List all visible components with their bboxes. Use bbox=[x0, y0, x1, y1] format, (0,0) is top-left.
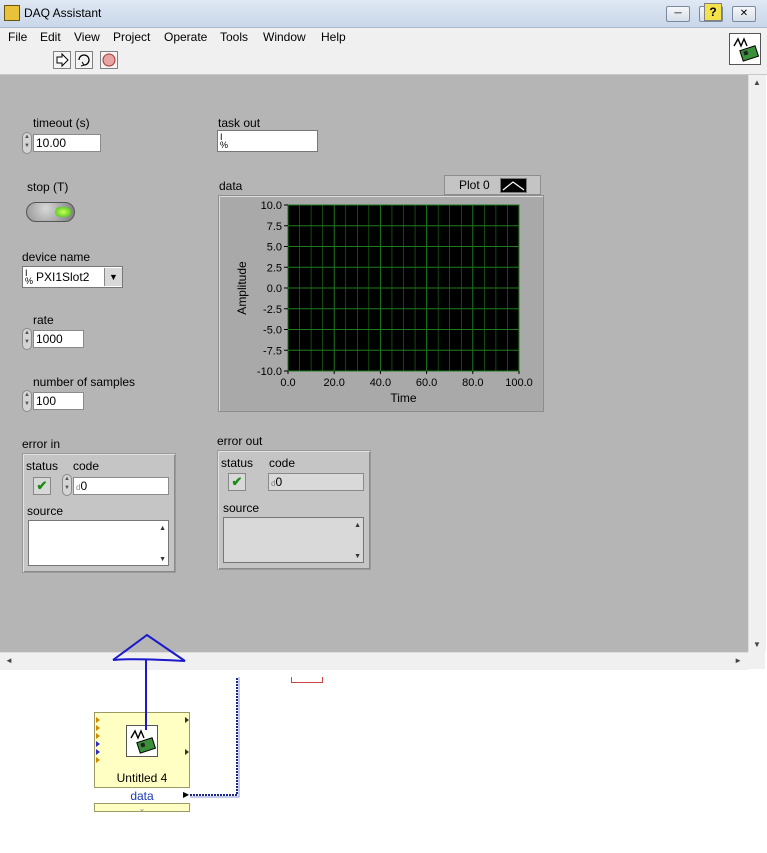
close-button[interactable]: ✕ bbox=[732, 6, 756, 22]
error-out-code-indicator: d0 bbox=[268, 473, 364, 491]
menu-help[interactable]: Help bbox=[321, 30, 346, 44]
menu-file[interactable]: File bbox=[8, 30, 27, 44]
legend-plot-name: Plot 0 bbox=[459, 178, 490, 192]
run-continuously-button[interactable] bbox=[75, 51, 93, 69]
y-tick-label: -7.5 bbox=[263, 345, 282, 357]
samples-label: number of samples bbox=[33, 375, 136, 389]
menu-view[interactable]: View bbox=[74, 30, 100, 44]
abort-button[interactable] bbox=[100, 51, 118, 69]
y-tick-label: -2.5 bbox=[263, 304, 282, 316]
scroll-right-arrow-icon[interactable]: ► bbox=[734, 656, 742, 665]
express-vi-label: Untitled 4 bbox=[116, 771, 168, 785]
menu-window[interactable]: Window bbox=[263, 30, 306, 44]
task-out-label: task out bbox=[218, 116, 261, 130]
menu-bar: File Edit View Project Operate Tools Win… bbox=[0, 28, 767, 48]
error-in-code-input[interactable]: d0 bbox=[73, 477, 169, 495]
data-wire[interactable] bbox=[190, 677, 238, 796]
y-tick-label: 7.5 bbox=[267, 221, 282, 233]
x-axis-label: Time bbox=[390, 391, 417, 405]
x-tick-label: 100.0 bbox=[505, 377, 533, 389]
error-in-code-value: 0 bbox=[80, 479, 88, 493]
run-button[interactable] bbox=[53, 51, 71, 69]
scrollbar-corner bbox=[748, 652, 765, 669]
x-tick-label: 20.0 bbox=[323, 377, 344, 389]
y-tick-label: -5.0 bbox=[263, 325, 282, 337]
x-tick-label: 0.0 bbox=[280, 377, 295, 389]
legend-plot-swatch[interactable] bbox=[500, 178, 527, 193]
timeout-increment[interactable]: ▲ ▼ bbox=[22, 132, 32, 154]
x-tick-label: 60.0 bbox=[416, 377, 437, 389]
error-in-source-label: source bbox=[27, 504, 64, 518]
graph-plot-svg: 10.0 7.5 5.0 2.5 0.0 -2.5 -5.0 -7.5 -10.0 0.0 20.… bbox=[235, 200, 533, 405]
menu-tools[interactable]: Tools bbox=[220, 30, 248, 44]
vertical-scrollbar[interactable]: ▲ ▼ bbox=[748, 75, 766, 652]
x-tick-label: 40.0 bbox=[370, 377, 391, 389]
device-dropdown-arrow-icon[interactable]: ▼ bbox=[104, 268, 122, 286]
io-glyph-icon: I% bbox=[220, 132, 229, 150]
vi-icon bbox=[729, 33, 761, 65]
error-in-status-checkbox[interactable]: ✔ bbox=[33, 477, 51, 495]
stop-led-indicator bbox=[55, 207, 71, 217]
error-out-status-label: status bbox=[221, 456, 254, 470]
menu-project[interactable]: Project bbox=[113, 30, 150, 44]
run-arrow-icon bbox=[56, 52, 69, 68]
menu-edit[interactable]: Edit bbox=[40, 30, 61, 44]
context-help-button[interactable]: ? bbox=[704, 3, 722, 21]
data-output-terminal[interactable]: data bbox=[94, 787, 190, 804]
x-tick-label: 80.0 bbox=[462, 377, 483, 389]
samples-input[interactable]: 100 bbox=[33, 392, 84, 410]
error-in-source-input[interactable]: ▲ ▼ bbox=[28, 520, 169, 566]
error-out-source-label: source bbox=[223, 501, 260, 515]
scroll-up-icon[interactable]: ▲ bbox=[354, 522, 361, 529]
minimize-button[interactable]: ─ bbox=[666, 6, 690, 22]
scroll-down-arrow-icon[interactable]: ▼ bbox=[753, 640, 761, 649]
scroll-left-arrow-icon[interactable]: ◄ bbox=[5, 656, 13, 665]
graph-title: data bbox=[219, 179, 243, 193]
io-glyph-icon: I% bbox=[25, 268, 34, 286]
timeout-input[interactable]: 10.00 bbox=[33, 134, 101, 152]
data-wire-outline bbox=[190, 677, 240, 798]
device-name-value: PXI1Slot2 bbox=[36, 270, 90, 284]
scroll-down-icon[interactable]: ▼ bbox=[354, 553, 361, 560]
rate-input[interactable]: 1000 bbox=[33, 330, 84, 348]
y-tick-label: 10.0 bbox=[261, 200, 282, 212]
y-axis-label: Amplitude bbox=[235, 261, 249, 315]
error-out-code-label: code bbox=[269, 456, 296, 470]
menu-operate[interactable]: Operate bbox=[164, 30, 207, 44]
error-in-code-label: code bbox=[73, 459, 100, 473]
error-out-source-indicator: ▲ ▼ bbox=[223, 517, 364, 563]
timeout-label: timeout (s) bbox=[33, 116, 90, 130]
y-tick-label: 0.0 bbox=[267, 283, 282, 295]
toolbar bbox=[0, 48, 767, 75]
rate-increment[interactable]: ▲ ▼ bbox=[22, 328, 32, 350]
error-out-status-indicator: ✔ bbox=[228, 473, 246, 491]
error-out-code-value: 0 bbox=[275, 475, 283, 489]
daq-assistant-icon bbox=[731, 35, 760, 63]
y-tick-label: 5.0 bbox=[267, 242, 282, 254]
scroll-down-icon[interactable]: ▼ bbox=[159, 556, 166, 563]
window-title: DAQ Assistant bbox=[24, 6, 102, 20]
error-out-label: error out bbox=[217, 434, 263, 448]
error-in-status-label: status bbox=[26, 459, 59, 473]
task-out-indicator: I% bbox=[217, 130, 318, 152]
samples-increment[interactable]: ▲ ▼ bbox=[22, 390, 32, 412]
line-style-icon bbox=[502, 181, 525, 191]
scroll-up-icon[interactable]: ▲ bbox=[159, 525, 166, 532]
device-name-label: device name bbox=[22, 250, 91, 264]
output-arrow-icon: ▶ bbox=[183, 790, 190, 799]
title-bar bbox=[0, 0, 767, 28]
y-tick-label: -10.0 bbox=[257, 366, 282, 378]
run-continuously-icon bbox=[78, 54, 90, 67]
annotation-arrow-icon bbox=[112, 633, 186, 730]
error-in-code-increment[interactable]: ▲ ▼ bbox=[62, 474, 72, 496]
app-icon bbox=[4, 5, 20, 21]
expand-node-handle[interactable]: ⌄ bbox=[94, 803, 190, 813]
error-in-label: error in bbox=[22, 437, 61, 451]
stop-label: stop (T) bbox=[27, 180, 69, 194]
scroll-up-arrow-icon[interactable]: ▲ bbox=[753, 78, 761, 87]
abort-icon bbox=[102, 53, 116, 67]
y-tick-label: 2.5 bbox=[267, 262, 282, 274]
rate-label: rate bbox=[33, 313, 54, 327]
